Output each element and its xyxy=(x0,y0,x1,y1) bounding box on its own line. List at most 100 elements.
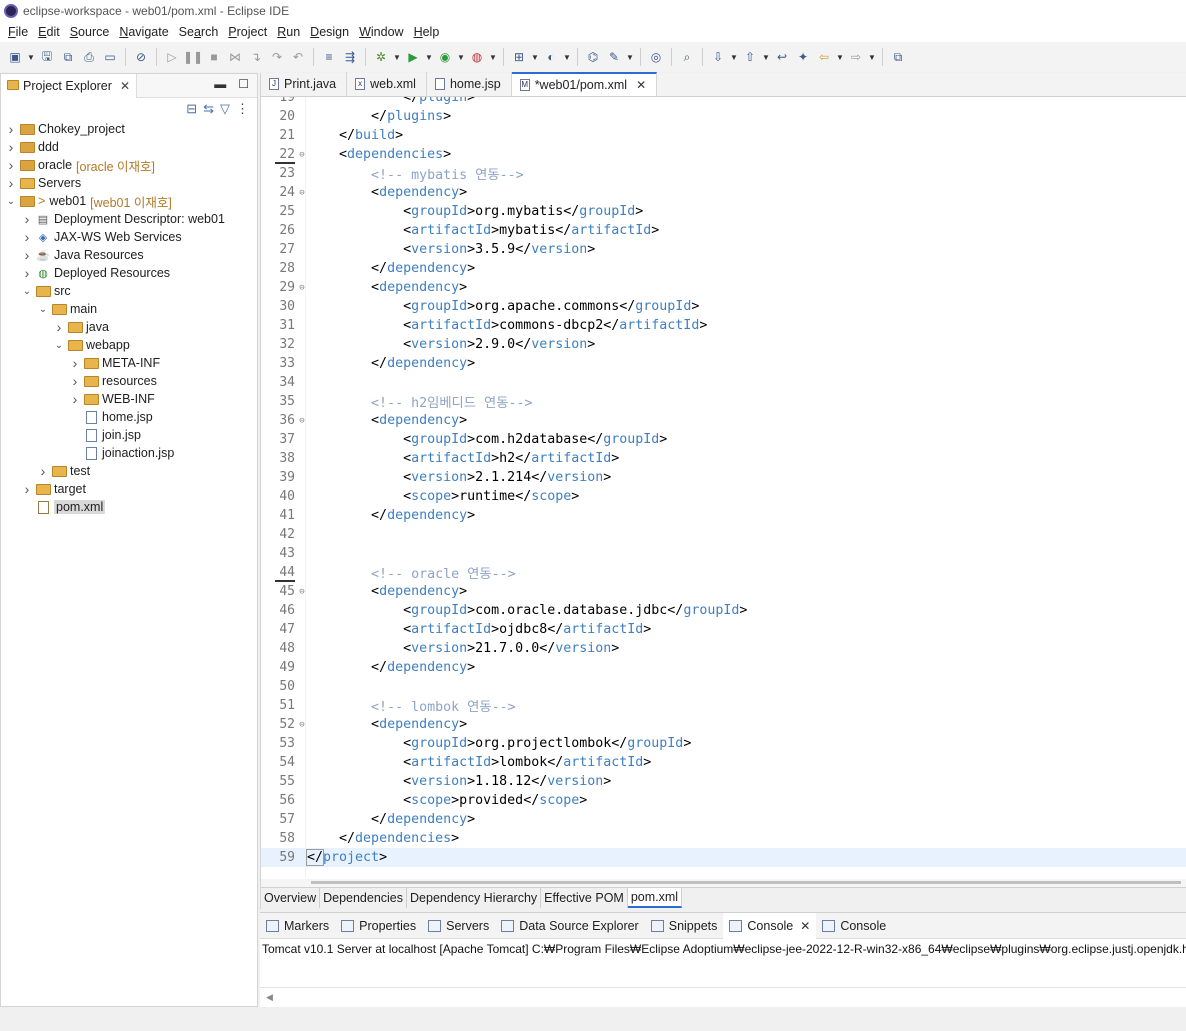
fold-collapse-icon[interactable]: ⊖ xyxy=(297,720,307,730)
collapsed-chevron-icon[interactable]: › xyxy=(21,247,33,263)
page-tab-dependency-hierarchy[interactable]: Dependency Hierarchy xyxy=(407,888,542,908)
page-tab-effective-pom[interactable]: Effective POM xyxy=(541,888,628,908)
menu-file[interactable]: File xyxy=(3,25,33,39)
tree-item-jax-ws-web-services[interactable]: › ◈ JAX-WS Web Services xyxy=(1,228,257,246)
tree-item-oracle[interactable]: › oracle [oracle 이재호] xyxy=(1,156,257,174)
collapsed-chevron-icon[interactable]: › xyxy=(69,373,81,389)
tab-data-source-explorer[interactable]: Data Source Explorer xyxy=(495,913,645,939)
tree-item-webapp[interactable]: ⌄ webapp xyxy=(1,336,257,354)
terminal-icon[interactable]: ▭ xyxy=(101,48,119,66)
scroll-left-icon[interactable]: ◀ xyxy=(266,992,273,1002)
save-all-icon[interactable]: ⧉ xyxy=(59,48,77,66)
minimize-icon[interactable]: ▬ xyxy=(214,77,226,91)
menu-source[interactable]: Source xyxy=(65,25,115,39)
pin-icon[interactable]: ✦ xyxy=(794,48,812,66)
menu-navigate[interactable]: Navigate xyxy=(114,25,173,39)
external-tools-icon[interactable]: ◍ xyxy=(468,48,486,66)
collapsed-chevron-icon[interactable]: › xyxy=(53,319,65,335)
tree-item-resources[interactable]: › resources xyxy=(1,372,257,390)
tab-console[interactable]: Console xyxy=(816,913,892,939)
code-editor[interactable]: 19 </plugin> 20 </plugins> 21 </build> 22 ⊖ … xyxy=(261,97,1186,877)
scrollbar-thumb[interactable] xyxy=(311,881,1181,884)
menu-project[interactable]: Project xyxy=(223,25,272,39)
save-icon[interactable]: 🖫 xyxy=(38,48,56,66)
chevron-down-icon[interactable]: ▼ xyxy=(730,48,738,66)
menu-window[interactable]: Window xyxy=(354,25,408,39)
new-icon[interactable]: ▣ xyxy=(6,48,24,66)
last-edit-location-icon[interactable]: ↩ xyxy=(773,48,791,66)
tree-item-join-jsp[interactable]: join.jsp xyxy=(1,426,257,444)
menu-edit[interactable]: Edit xyxy=(33,25,65,39)
collapsed-chevron-icon[interactable]: › xyxy=(21,211,33,227)
chevron-down-icon[interactable]: ▼ xyxy=(27,48,35,66)
collapsed-chevron-icon[interactable]: › xyxy=(69,355,81,371)
page-tab-overview[interactable]: Overview xyxy=(261,888,321,908)
tree-item-ddd[interactable]: › ddd xyxy=(1,138,257,156)
expanded-chevron-icon[interactable]: ⌄ xyxy=(5,196,17,207)
forward-icon[interactable]: ⇨ xyxy=(847,48,865,66)
fold-collapse-icon[interactable]: ⊖ xyxy=(297,587,307,597)
tree-item-main[interactable]: ⌄ main xyxy=(1,300,257,318)
tab-console[interactable]: Console ✕ xyxy=(723,912,817,939)
tab-project-explorer[interactable]: Project Explorer ✕ xyxy=(1,73,137,98)
collapsed-chevron-icon[interactable]: › xyxy=(69,391,81,407)
expanded-chevron-icon[interactable]: ⌄ xyxy=(21,286,33,297)
menu-help[interactable]: Help xyxy=(409,25,445,39)
terminate-icon[interactable]: ■ xyxy=(205,48,223,66)
tree-item-src[interactable]: ⌄ src xyxy=(1,282,257,300)
tree-item-home-jsp[interactable]: home.jsp xyxy=(1,408,257,426)
editor-tab-print-java[interactable]: J Print.java xyxy=(261,72,348,96)
tab-properties[interactable]: Properties xyxy=(335,913,422,939)
close-icon[interactable]: ✕ xyxy=(636,78,646,92)
fold-collapse-icon[interactable]: ⊖ xyxy=(297,416,307,426)
tree-item-web-inf[interactable]: › WEB-INF xyxy=(1,390,257,408)
resume-icon[interactable]: ▷ xyxy=(163,48,181,66)
collapsed-chevron-icon[interactable]: › xyxy=(5,121,17,137)
tree-item-web01[interactable]: ⌄ > web01 [web01 이재호] xyxy=(1,192,257,210)
menu-search[interactable]: Search xyxy=(174,25,224,39)
close-icon[interactable]: ✕ xyxy=(120,79,130,93)
close-icon[interactable]: ✕ xyxy=(800,919,810,933)
filter-icon[interactable]: ▽ xyxy=(220,101,230,117)
page-tab-dependencies[interactable]: Dependencies xyxy=(320,888,408,908)
chevron-down-icon[interactable]: ▼ xyxy=(868,48,876,66)
step-return-icon[interactable]: ↶ xyxy=(289,48,307,66)
previous-annotation-icon[interactable]: ⇧ xyxy=(741,48,759,66)
maximize-icon[interactable]: ☐ xyxy=(238,77,249,91)
tree-item-pom-xml[interactable]: pom.xml xyxy=(1,498,257,516)
new-class-icon[interactable]: ◐ xyxy=(542,48,560,66)
editor-tab-web01-pom-xml[interactable]: M *web01/pom.xml ✕ xyxy=(511,72,658,96)
collapsed-chevron-icon[interactable]: › xyxy=(21,481,33,497)
horizontal-scrollbar[interactable] xyxy=(261,879,1186,887)
editor-tab-web-xml[interactable]: x web.xml xyxy=(347,72,427,96)
next-annotation-icon[interactable]: ⇩ xyxy=(709,48,727,66)
collapsed-chevron-icon[interactable]: › xyxy=(5,157,17,173)
chevron-down-icon[interactable]: ▼ xyxy=(531,48,539,66)
tab-markers[interactable]: Markers xyxy=(260,913,335,939)
skip-breakpoints-icon[interactable]: ⊘ xyxy=(132,48,150,66)
collapsed-chevron-icon[interactable]: › xyxy=(37,463,49,479)
collapsed-chevron-icon[interactable]: › xyxy=(5,175,17,191)
chevron-down-icon[interactable]: ▼ xyxy=(393,48,401,66)
tree-item-chokey-project[interactable]: › Chokey_project xyxy=(1,120,257,138)
chevron-down-icon[interactable]: ▼ xyxy=(626,48,634,66)
expanded-chevron-icon[interactable]: ⌄ xyxy=(37,304,49,315)
expanded-chevron-icon[interactable]: ⌄ xyxy=(53,340,65,351)
console-horizontal-scrollbar[interactable]: ◀ xyxy=(260,987,1186,1007)
tree-item-deployment-descriptor-web01[interactable]: › ▤ Deployment Descriptor: web01 xyxy=(1,210,257,228)
tree-item-servers[interactable]: › Servers xyxy=(1,174,257,192)
globe-icon[interactable]: ◎ xyxy=(647,48,665,66)
step-into-icon[interactable]: ↴ xyxy=(247,48,265,66)
view-menu-icon[interactable]: ⋮ xyxy=(236,101,249,117)
tab-snippets[interactable]: Snippets xyxy=(645,913,724,939)
tree-item-target[interactable]: › target xyxy=(1,480,257,498)
debug-icon[interactable]: ✲ xyxy=(372,48,390,66)
suspend-icon[interactable]: ❚❚ xyxy=(183,48,203,66)
format-icon[interactable]: ⇶ xyxy=(341,48,359,66)
menu-run[interactable]: Run xyxy=(272,25,305,39)
fold-collapse-icon[interactable]: ⊖ xyxy=(297,188,307,198)
collapsed-chevron-icon[interactable]: › xyxy=(5,139,17,155)
chevron-down-icon[interactable]: ▼ xyxy=(836,48,844,66)
tree-item-joinaction-jsp[interactable]: joinaction.jsp xyxy=(1,444,257,462)
chevron-down-icon[interactable]: ▼ xyxy=(425,48,433,66)
